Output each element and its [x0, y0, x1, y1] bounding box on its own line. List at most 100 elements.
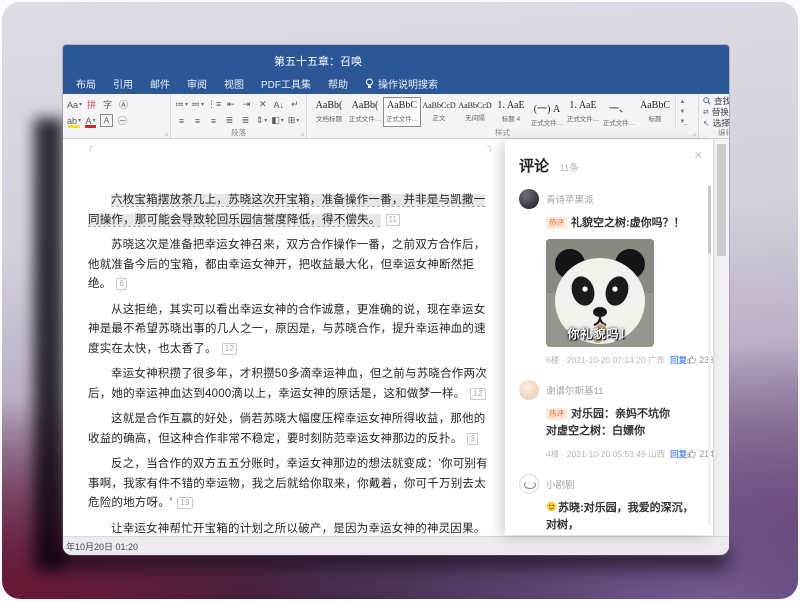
font-group: Aa▾ 拼 字 Ⓐ ab▾ A▾ A ㊀ ⌟ [63, 94, 171, 138]
styles-group: AaBb(文档标题 AaBb(正式文件… AaBbC正式文件… AaBbCcD正… [307, 94, 699, 138]
shading-button[interactable]: ◧▾ [271, 114, 284, 127]
reply-button[interactable]: 回复 [670, 448, 687, 460]
paragraph[interactable]: 反之，当合作的双方五五分账时，幸运女神那边的想法就变成：'你可别有事啊，我家有件… [88, 455, 494, 514]
paragraph[interactable]: 苏晓这次是准备把幸运女神召来，双方合作操作一番，之前双方合作后，他就准备今后的宝… [88, 236, 494, 295]
paragraph-group-label: 段落 [171, 127, 306, 138]
scrollbar-thumb[interactable] [717, 144, 726, 256]
tab-help[interactable]: 帮助 [328, 76, 348, 91]
style-item[interactable]: (一) A正式文件… [529, 97, 565, 127]
style-item-selected[interactable]: AaBbC正式文件… [383, 97, 421, 127]
lightbulb-icon [365, 78, 374, 89]
font-dialog-launcher[interactable]: ⌟ [165, 129, 168, 137]
paragraph[interactable]: 六枚宝箱摆放茶几上，苏晓这次开宝箱，准备操作一番，并非是与凯撒一同操作，那可能会… [88, 191, 494, 230]
paragraph-dialog-launcher[interactable]: ⌟ [301, 129, 304, 137]
comment-username[interactable]: 青诗苹果派 [546, 192, 594, 206]
title-bar[interactable]: 第五十五章：召唤 [63, 45, 729, 73]
tab-review[interactable]: 审阅 [187, 76, 207, 91]
style-item[interactable]: AaBbCcD无间隔 [457, 97, 493, 127]
gallery-down-icon[interactable]: ▼ [676, 108, 689, 116]
multilevel-list-button[interactable]: ⋮≡ [207, 98, 221, 111]
comments-panel: ✕ 评论 11条 青诗苹果派 热评礼貌空之树:虚你吗？！ [505, 140, 713, 535]
comments-header: 评论 11条 [505, 140, 713, 182]
replace-button[interactable]: ⇄ 替换 [703, 107, 729, 117]
paragraph-comment-marker[interactable]: 6 [116, 278, 127, 290]
tab-layout[interactable]: 布局 [76, 76, 96, 91]
distribute-button[interactable]: ≣ [239, 114, 252, 127]
line-spacing-button[interactable]: ⇕▾ [255, 114, 268, 127]
avatar[interactable] [519, 380, 539, 400]
close-icon[interactable]: ✕ [694, 149, 703, 162]
paragraph[interactable]: 幸运女神积攒了很多年，才积攒50多滴幸运神血，但之前与苏晓合作两次后，她的幸运神… [88, 365, 494, 404]
tell-me-search[interactable]: 操作说明搜索 [365, 76, 438, 91]
styles-gallery: AaBb(文档标题 AaBb(正式文件… AaBbC正式文件… AaBbCcD正… [311, 96, 695, 127]
paragraph-comment-marker[interactable]: 3 [467, 433, 478, 445]
style-item[interactable]: 一、正式文件… [601, 97, 637, 127]
style-item[interactable]: AaBb(正式文件… [347, 97, 383, 127]
increase-indent-button[interactable]: ⇥ [240, 98, 253, 111]
asian-layout-button[interactable]: ✕ [256, 98, 269, 111]
styles-dialog-launcher[interactable]: ⌟ [693, 129, 696, 137]
tab-references[interactable]: 引用 [113, 76, 133, 91]
tab-pdf-tools[interactable]: PDF工具集 [261, 76, 311, 91]
align-center-button[interactable]: ≡ [191, 114, 204, 127]
style-item[interactable]: 1. AaE标题 4 [493, 97, 529, 127]
align-left-button[interactable]: ≡ [175, 114, 188, 127]
comment-username[interactable]: 谢谱尔斯基11 [546, 383, 603, 397]
style-item[interactable]: 1. AaE正式文件… [565, 97, 601, 127]
comment-username[interactable]: 小剧剧 [546, 477, 575, 491]
comment-anchor-text[interactable]: 六枚宝箱摆放茶几上，苏晓这次开宝箱，准备操作一番，并非是与凯撒一同操作，那可能会… [88, 194, 485, 226]
word-window: 第五十五章：召唤 布局 引用 邮件 审阅 视图 PDF工具集 帮助 操作说明搜索… [63, 45, 729, 555]
paragraph[interactable]: 从这拒绝，其实可以看出幸运女神的合作诚意，更准确的说，现在幸运女神是最不希望苏晓… [88, 301, 494, 360]
avatar[interactable] [519, 474, 539, 494]
panel-scrollbar-thumb[interactable] [708, 186, 711, 254]
comment-image[interactable]: 你礼貌吗！ [546, 239, 654, 347]
comment-item: 青诗苹果派 热评礼貌空之树:虚你吗？！ [505, 182, 713, 373]
window-shadow [34, 118, 64, 570]
grow-font-button[interactable]: Aa▾ [67, 98, 82, 111]
document-scrollbar[interactable] [713, 139, 729, 536]
show-marks-button[interactable]: ↵ [288, 98, 301, 111]
avatar[interactable] [519, 189, 539, 209]
style-item[interactable]: AaBb(文档标题 [311, 97, 347, 127]
styles-gallery-scroll[interactable]: ▲ ▼ ▼̲ [675, 97, 689, 127]
enclose-characters-button[interactable]: ㊀ [116, 114, 129, 127]
find-button[interactable]: 查找 [703, 96, 729, 106]
highlight-color-button[interactable]: ab▾ [67, 114, 81, 127]
align-right-button[interactable]: ≡ [207, 114, 220, 127]
comment-text: 对虚空之树：白嫖你 [546, 423, 697, 441]
style-item[interactable]: AaBbCcD正文 [421, 97, 457, 127]
search-icon [703, 97, 711, 105]
paragraph-comment-marker[interactable]: 11 [386, 214, 401, 226]
sort-button[interactable]: A↓ [272, 98, 285, 111]
character-border-button[interactable]: Ⓐ [117, 98, 130, 111]
replace-icon: ⇄ [703, 108, 709, 116]
gallery-up-icon[interactable]: ▲ [676, 98, 689, 106]
panel-scrollbar[interactable] [708, 186, 711, 526]
font-color-button[interactable]: A▾ [84, 114, 97, 127]
document-text[interactable]: 六枚宝箱摆放茶几上，苏晓这次开宝箱，准备操作一番，并非是与凯撒一同操作，那可能会… [63, 139, 494, 536]
paragraph-comment-marker[interactable]: 12 [470, 388, 485, 400]
paragraph-comment-marker[interactable]: 19 [177, 497, 192, 509]
decrease-indent-button[interactable]: ⇤ [224, 98, 237, 111]
hot-badge: 热评 [546, 217, 567, 229]
justify-button[interactable]: ≣ [223, 114, 236, 127]
borders-button[interactable]: ⊞▾ [287, 114, 300, 127]
tab-mailings[interactable]: 邮件 [150, 76, 170, 91]
phonetic-guide-button[interactable]: 拼 [85, 98, 98, 111]
paragraph[interactable]: 这就是合作互赢的好处，倘若苏晓大幅度压榨幸运女神所得收益，那他的收益的确高，但这… [88, 410, 494, 449]
ribbon-tab-bar: 布局 引用 邮件 审阅 视图 PDF工具集 帮助 操作说明搜索 [63, 73, 729, 94]
paragraph[interactable]: 让幸运女神帮忙开宝箱的计划之所以破产，是因为幸运女神的神灵因果。 [88, 520, 494, 537]
character-width-button[interactable]: 字 [101, 98, 114, 111]
thumbs-up-icon [687, 355, 696, 364]
tab-view[interactable]: 视图 [224, 76, 244, 91]
numbering-button[interactable]: ≕▾ [191, 98, 204, 111]
hot-badge: 热评 [546, 408, 567, 420]
comments-title: 评论 [519, 158, 549, 175]
paragraph-comment-marker[interactable]: 12 [222, 343, 237, 355]
gallery-more-icon[interactable]: ▼̲ [676, 118, 689, 126]
comment-text: 热评礼貌空之树:虚你吗？！ [546, 215, 697, 233]
style-item[interactable]: AaBbC标题 [637, 97, 673, 127]
reply-button[interactable]: 回复 [670, 354, 687, 366]
bullets-button[interactable]: ≔▾ [175, 98, 188, 111]
character-shading-button[interactable]: A [100, 114, 113, 127]
